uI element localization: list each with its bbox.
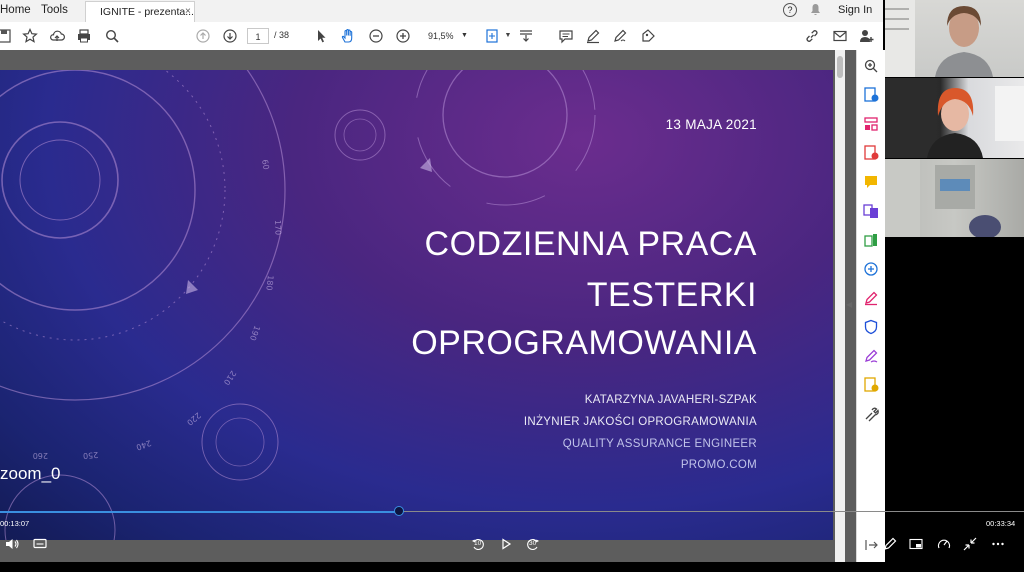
comment-icon[interactable] xyxy=(558,28,574,44)
comment-tool-icon[interactable] xyxy=(863,174,879,190)
home-tab[interactable]: Home xyxy=(0,4,31,16)
skip-back-seconds: 10 xyxy=(474,540,482,547)
slide-title-line-3: OPROGRAMOWANIA xyxy=(411,324,757,362)
vertical-scrollbar[interactable] xyxy=(835,50,845,562)
main-toolbar: 1 / 38 91,5% ▼ ▼ xyxy=(0,22,883,51)
page-number-input[interactable]: 1 xyxy=(247,28,269,44)
playback-speed-icon[interactable] xyxy=(936,536,952,552)
fill-sign-icon[interactable] xyxy=(640,28,656,44)
print-icon[interactable] xyxy=(76,28,92,44)
edit-pdf-icon[interactable] xyxy=(863,232,879,248)
protect-icon[interactable] xyxy=(863,319,879,335)
collapse-pane-icon[interactable]: ◀ xyxy=(846,300,852,309)
help-icon[interactable]: ? xyxy=(783,3,797,17)
total-duration: 00:33:34 xyxy=(986,519,1016,528)
slide-author: KATARZYNA JAVAHERI-SZPAK xyxy=(584,394,757,406)
slide-role-pl: INŻYNIER JAKOŚCI OPROGRAMOWANIA xyxy=(523,416,757,428)
enhance-scan-icon[interactable] xyxy=(863,261,879,277)
svg-text:210: 210 xyxy=(222,369,238,387)
sign-in-link[interactable]: Sign In xyxy=(838,4,872,16)
svg-text:240: 240 xyxy=(135,438,152,452)
svg-text:260: 260 xyxy=(33,451,48,460)
exit-fullscreen-icon[interactable] xyxy=(962,536,978,552)
participant-video-2[interactable] xyxy=(885,78,1024,158)
svg-text:60: 60 xyxy=(260,159,271,171)
combine-files-icon[interactable] xyxy=(863,203,879,219)
draw-icon[interactable] xyxy=(612,28,628,44)
right-tools-pane xyxy=(856,50,885,562)
zoom-level-select[interactable]: 91,5% ▼ xyxy=(420,28,474,44)
play-icon[interactable] xyxy=(498,536,514,552)
slide-date: 13 MAJA 2021 xyxy=(665,117,757,132)
document-tab[interactable]: IGNITE - prezenta... × xyxy=(85,1,195,22)
select-cursor-icon[interactable] xyxy=(313,28,329,44)
slide-title-line-2: TESTERKI xyxy=(586,276,757,314)
more-tools-icon[interactable] xyxy=(863,406,879,422)
skip-forward-seconds: 30 xyxy=(529,540,537,547)
document-tab-label: IGNITE - prezenta... xyxy=(100,6,194,18)
chevron-down-icon: ▼ xyxy=(461,32,468,39)
export-pdf-icon[interactable] xyxy=(863,87,879,103)
bell-icon[interactable] xyxy=(810,3,821,19)
presentation-slide: 60 170 180 190 210 220 240 250 260 13 MA… xyxy=(0,70,833,540)
progress-fill xyxy=(0,511,400,513)
request-signatures-icon[interactable] xyxy=(863,348,879,364)
send-for-review-icon[interactable] xyxy=(863,377,879,393)
fill-and-sign-icon[interactable] xyxy=(863,290,879,306)
page-display-dropdown-icon[interactable]: ▼ xyxy=(500,28,516,44)
svg-text:180: 180 xyxy=(264,275,275,291)
player-controls: 10 30 xyxy=(0,530,1024,562)
slide-role-en: QUALITY ASSURANCE ENGINEER xyxy=(562,438,757,450)
star-icon[interactable] xyxy=(22,28,38,44)
scrollbar-thumb[interactable] xyxy=(837,56,843,78)
search-icon[interactable] xyxy=(104,28,120,44)
svg-text:220: 220 xyxy=(185,410,202,427)
highlight-pen-icon[interactable] xyxy=(585,28,601,44)
elapsed-time: 00:13:07 xyxy=(0,519,30,528)
recording-source-label: zoom_0 xyxy=(0,464,61,483)
picture-in-picture-icon[interactable] xyxy=(908,536,924,552)
close-tab-icon[interactable]: × xyxy=(185,6,191,17)
more-options-icon[interactable] xyxy=(990,536,1006,552)
participant-video-3[interactable] xyxy=(885,159,1024,237)
page-display-icon[interactable] xyxy=(485,28,501,44)
app-tab-bar: Home Tools IGNITE - prezenta... × ? Sign… xyxy=(0,0,883,23)
captions-icon[interactable] xyxy=(32,536,48,552)
link-icon[interactable] xyxy=(804,28,820,44)
save-icon[interactable] xyxy=(0,28,12,44)
previous-page-icon[interactable] xyxy=(195,28,211,44)
add-user-icon[interactable] xyxy=(859,28,875,44)
tools-tab[interactable]: Tools xyxy=(41,4,68,16)
next-page-icon[interactable] xyxy=(222,28,238,44)
svg-text:170: 170 xyxy=(273,220,283,236)
organize-pages-icon[interactable] xyxy=(863,116,879,132)
slide-title-line-1: CODZIENNA PRACA xyxy=(424,225,757,263)
email-icon[interactable] xyxy=(832,28,848,44)
zoom-in-icon[interactable] xyxy=(395,28,411,44)
slide-company: PROMO.COM xyxy=(680,459,757,471)
hand-tool-icon[interactable] xyxy=(340,28,356,44)
zoom-tool-icon[interactable] xyxy=(863,58,879,74)
scroll-mode-icon[interactable] xyxy=(518,28,534,44)
annotate-icon[interactable] xyxy=(882,536,898,552)
volume-icon[interactable] xyxy=(4,536,20,552)
svg-text:250: 250 xyxy=(83,450,99,460)
svg-text:190: 190 xyxy=(248,324,262,341)
zoom-out-icon[interactable] xyxy=(368,28,384,44)
upload-cloud-icon[interactable] xyxy=(49,28,65,44)
create-pdf-icon[interactable] xyxy=(863,145,879,161)
zoom-level-value: 91,5% xyxy=(428,31,454,41)
participant-video-1[interactable] xyxy=(885,0,1024,77)
page-total-label: / 38 xyxy=(274,30,290,40)
